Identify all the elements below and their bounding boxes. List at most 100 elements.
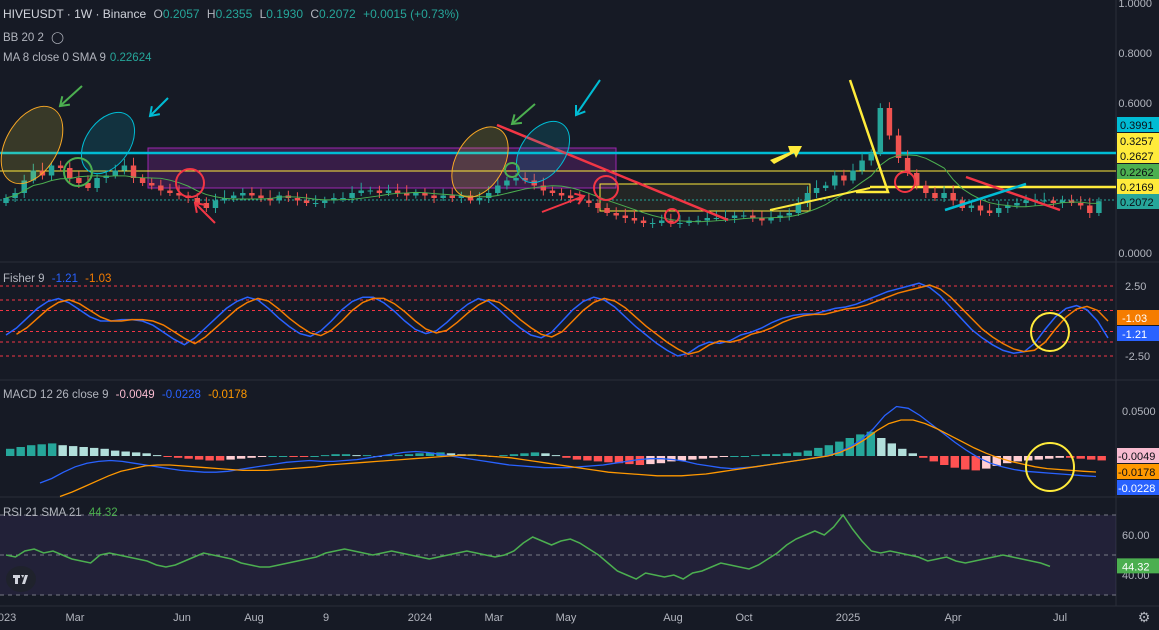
- candle-body: [94, 178, 100, 188]
- candle-body: [786, 213, 792, 216]
- candle-body: [67, 168, 73, 178]
- macd-histogram-bar: [887, 443, 896, 456]
- macd-value-tag-text: -0.0049: [1118, 451, 1155, 463]
- candle-body: [212, 200, 219, 208]
- candle-body: [249, 193, 255, 196]
- candle-body: [1077, 203, 1084, 206]
- candle-body: [586, 200, 592, 203]
- macd-histogram-bar: [761, 454, 771, 456]
- rsi-value: 44.32: [88, 507, 118, 519]
- chart-canvas[interactable]: 1.00000.80000.60000.40000.20000.00000.39…: [0, 0, 1159, 630]
- macd-histogram-bar: [814, 447, 823, 456]
- rsi-name: RSI 21 SMA 21: [3, 507, 82, 519]
- macd-histogram-bar: [772, 454, 781, 456]
- candle-body: [76, 178, 82, 183]
- candle-body: [1023, 200, 1029, 203]
- macd-legend[interactable]: MACD 12 26 close 9 -0.0049 -0.0228 -0.01…: [3, 389, 251, 401]
- candle-body: [258, 195, 264, 198]
- time-tick-label: Aug: [244, 612, 264, 624]
- candle-body: [148, 183, 155, 186]
- eye-off-icon[interactable]: ◯: [51, 32, 64, 44]
- candle-body: [640, 220, 647, 223]
- candle-body: [367, 190, 374, 192]
- candle-body: [813, 188, 820, 193]
- macd-tick-label: 0.0500: [1122, 406, 1156, 418]
- candle-body: [977, 205, 984, 211]
- candle-body: [358, 190, 364, 193]
- time-tick-label: Mar: [485, 612, 504, 624]
- time-tick-label: 2023: [0, 612, 16, 624]
- candle-body: [886, 108, 893, 136]
- candle-body: [731, 215, 738, 218]
- time-tick-label: Jul: [1053, 612, 1067, 624]
- candle-body: [877, 108, 884, 153]
- candle-body: [622, 215, 629, 218]
- open-value: 0.2057: [162, 7, 200, 21]
- candle-body: [158, 185, 164, 191]
- macd-histogram-bar: [310, 456, 319, 457]
- price-label-text: 0.2169: [1120, 182, 1154, 194]
- macd-histogram-bar: [593, 456, 603, 462]
- macd-histogram-bar: [320, 455, 330, 457]
- candle-body: [567, 195, 574, 198]
- candle-body: [822, 185, 829, 188]
- candle-body: [631, 218, 638, 221]
- macd-histogram-bar: [1034, 456, 1043, 460]
- tradingview-logo-icon[interactable]: [6, 566, 36, 592]
- macd-histogram-bar: [940, 456, 949, 465]
- bb-label: BB 20 2: [3, 32, 44, 44]
- candle-body: [923, 185, 929, 193]
- candle-body: [1041, 200, 1047, 202]
- macd-histogram-bar: [730, 456, 739, 457]
- ellipse-yellow-2023: [0, 105, 64, 185]
- candle-body: [130, 165, 137, 178]
- candle-body: [1050, 200, 1057, 203]
- bb-legend[interactable]: BB 20 2 ◯: [3, 30, 68, 44]
- fisher-name: Fisher 9: [3, 273, 45, 285]
- candle-body: [240, 193, 246, 196]
- candle-body: [677, 223, 683, 224]
- macd-histogram-bar: [698, 456, 708, 459]
- macd-histogram-bar: [247, 456, 256, 458]
- candle-body: [57, 165, 64, 168]
- macd-histogram-bar: [1055, 456, 1064, 458]
- rsi-legend[interactable]: RSI 21 SMA 21 44.32: [3, 507, 122, 519]
- open-label: O: [153, 7, 163, 21]
- ma-value: 0.22624: [109, 52, 152, 64]
- ma-legend[interactable]: MA 8 close 0 SMA 9 0.22624: [3, 52, 156, 64]
- arrow-yellow-up: [770, 146, 802, 164]
- price-tick-label: 0.6000: [1118, 98, 1152, 110]
- macd-histogram-bar: [688, 456, 697, 460]
- gear-icon[interactable]: ⚙: [1136, 609, 1152, 625]
- macd-hist-value: -0.0049: [115, 389, 155, 401]
- time-tick-label: May: [556, 612, 577, 624]
- candle-body: [995, 208, 1002, 213]
- candle-body: [740, 215, 747, 217]
- macd-histogram-bar: [877, 438, 886, 456]
- price-tick-label: 1.0000: [1118, 0, 1152, 10]
- macd-histogram-bar: [16, 447, 25, 456]
- candle-body: [394, 190, 401, 193]
- macd-histogram-bar: [656, 456, 666, 464]
- fisher-legend[interactable]: Fisher 9 -1.21 -1.03: [3, 273, 115, 285]
- macd-histogram-bar: [6, 448, 15, 456]
- fisher-value-tag-text: -1.21: [1122, 329, 1147, 341]
- macd-histogram-bar: [1076, 456, 1085, 459]
- candle-body: [276, 195, 282, 201]
- candle-body: [112, 170, 119, 176]
- price-tick-label: 0.0000: [1118, 248, 1152, 260]
- macd-histogram-bar: [341, 454, 351, 456]
- candle-body: [704, 218, 711, 221]
- rsi-value-tag-text: 44.32: [1122, 561, 1150, 573]
- fisher-line: [5, 282, 1109, 357]
- macd-histogram-bar: [121, 451, 130, 456]
- macd-histogram-bar: [604, 456, 613, 463]
- time-tick-label: 2025: [836, 612, 860, 624]
- arrow-cyan-2: [575, 79, 601, 116]
- candle-body: [294, 198, 301, 201]
- arrow-red-2: [541, 195, 585, 213]
- macd-histogram-bar: [1066, 456, 1075, 458]
- macd-signal-value: -0.0178: [208, 389, 248, 401]
- macd-histogram-bar: [131, 452, 141, 456]
- macd-histogram-bar: [394, 455, 403, 457]
